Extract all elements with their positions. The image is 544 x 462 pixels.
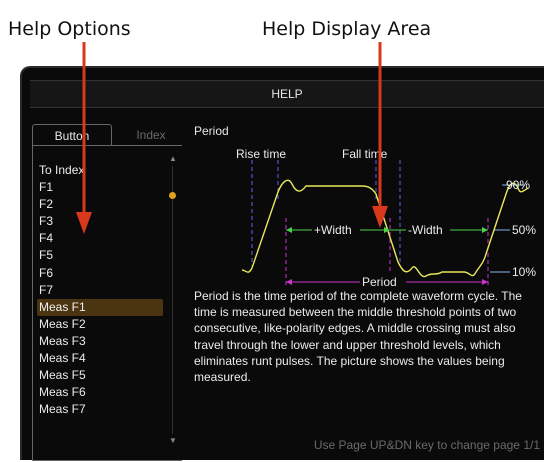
- annotation-arrows: [76, 42, 388, 234]
- help-display-area-arrow: [372, 42, 388, 228]
- help-options-arrow: [76, 42, 92, 234]
